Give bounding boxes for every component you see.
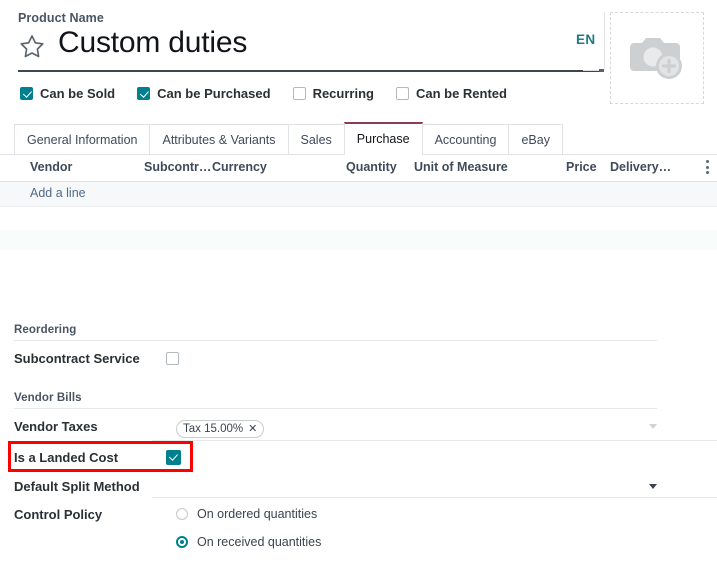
column-header-currency[interactable]: Currency [212,160,267,174]
product-flags-row: Can be Sold Can be Purchased Recurring C… [20,86,529,101]
table-add-line-row[interactable]: Add a line [0,182,717,207]
tab-accounting[interactable]: Accounting [421,124,510,155]
radio-label: On received quantities [197,535,322,549]
tab-ebay[interactable]: eBay [508,124,563,155]
chevron-down-icon-vendor-taxes[interactable] [649,424,657,429]
field-row-subcontract-service: Subcontract Service [14,347,657,373]
title-row: Custom duties [18,26,603,68]
product-image-placeholder[interactable] [610,12,704,104]
column-header-vendor[interactable]: Vendor [30,160,72,174]
radio-label: On ordered quantities [197,507,318,521]
flag-label: Recurring [312,86,374,101]
field-row-control-policy: Control Policy On ordered quantities On … [14,503,657,559]
field-row-is-a-landed-cost: Is a Landed Cost [14,446,657,472]
column-header-subcontractor[interactable]: Subcontr… [144,160,211,174]
field-label-subcontract-service: Subcontract Service [14,351,140,366]
tab-general-information[interactable]: General Information [14,124,151,155]
notebook-tabs: General Information Attributes & Variant… [14,122,563,155]
checkbox-recurring[interactable] [292,87,306,100]
field-underline-vendor-taxes [152,440,717,441]
field-control-subcontract-service [166,347,657,373]
radio-option-on-ordered-quantities[interactable]: On ordered quantities [176,507,317,521]
field-row-vendor-taxes: Vendor Taxes Tax 15.00% ✕ [14,415,657,441]
section-title-vendor-bills: Vendor Bills [14,392,82,404]
flag-label: Can be Sold [40,86,116,101]
flag-can-be-rented[interactable]: Can be Rented [395,86,507,101]
column-header-unit-of-measure[interactable]: Unit of Measure [414,160,508,174]
field-label-control-policy: Control Policy [14,507,103,522]
vendor-pricelist-table: Vendor Subcontr… Currency Quantity Unit … [0,155,717,233]
checkbox-is-a-landed-cost[interactable] [166,450,181,465]
section-rule-reordering [14,340,657,341]
radio-option-on-received-quantities[interactable]: On received quantities [176,535,321,549]
tab-purchase[interactable]: Purchase [343,122,423,155]
add-a-line-link[interactable]: Add a line [30,186,86,200]
flag-recurring[interactable]: Recurring [292,86,374,101]
tag-vendor-tax[interactable]: Tax 15.00% ✕ [176,420,265,438]
radio-on-received-quantities[interactable] [176,536,188,548]
column-header-delivery[interactable]: Delivery… [610,160,671,174]
checkbox-can-be-purchased[interactable] [137,87,151,100]
field-underline-default-split-method [152,497,717,498]
checkbox-can-be-rented[interactable] [395,87,409,100]
column-header-price[interactable]: Price [566,160,597,174]
flag-label: Can be Purchased [157,86,271,101]
flag-can-be-sold[interactable]: Can be Sold [20,86,115,101]
checkbox-can-be-sold[interactable] [20,87,33,100]
tab-sales[interactable]: Sales [287,124,345,155]
field-control-vendor-taxes[interactable]: Tax 15.00% ✕ [166,415,657,441]
column-header-quantity[interactable]: Quantity [346,160,397,174]
flag-label: Can be Rented [415,86,507,101]
section-title-reordering: Reordering [14,324,77,336]
header-divider [604,12,605,70]
field-label-vendor-taxes: Vendor Taxes [14,419,98,434]
page-title[interactable]: Custom duties [58,26,247,60]
checkbox-subcontract-service[interactable] [166,352,179,365]
radio-on-ordered-quantities[interactable] [176,508,188,520]
language-badge[interactable]: EN [576,32,596,47]
vertical-dots-icon[interactable] [706,160,710,176]
product-name-label: Product Name [18,11,104,25]
tab-attributes-variants[interactable]: Attributes & Variants [149,124,289,155]
table-striped-band [0,230,717,250]
field-control-is-a-landed-cost [166,446,657,472]
table-header-row: Vendor Subcontr… Currency Quantity Unit … [0,155,717,182]
star-outline-icon[interactable] [18,33,46,61]
flag-can-be-purchased[interactable]: Can be Purchased [137,86,271,101]
field-control-control-policy: On ordered quantities On received quanti… [166,503,657,559]
field-label-is-a-landed-cost: Is a Landed Cost [14,450,119,465]
form-header: Product Name Custom duties EN Can be Sol… [0,0,717,118]
tag-label: Tax 15.00% [183,423,244,435]
title-underline [18,70,603,72]
section-rule-vendor-bills [14,408,657,409]
camera-add-icon [626,28,688,89]
remove-tag-icon[interactable]: ✕ [248,423,257,435]
chevron-down-icon-default-split-method[interactable] [649,484,657,489]
product-form-page: Product Name Custom duties EN Can be Sol… [0,0,717,565]
field-label-default-split-method: Default Split Method [14,479,140,494]
